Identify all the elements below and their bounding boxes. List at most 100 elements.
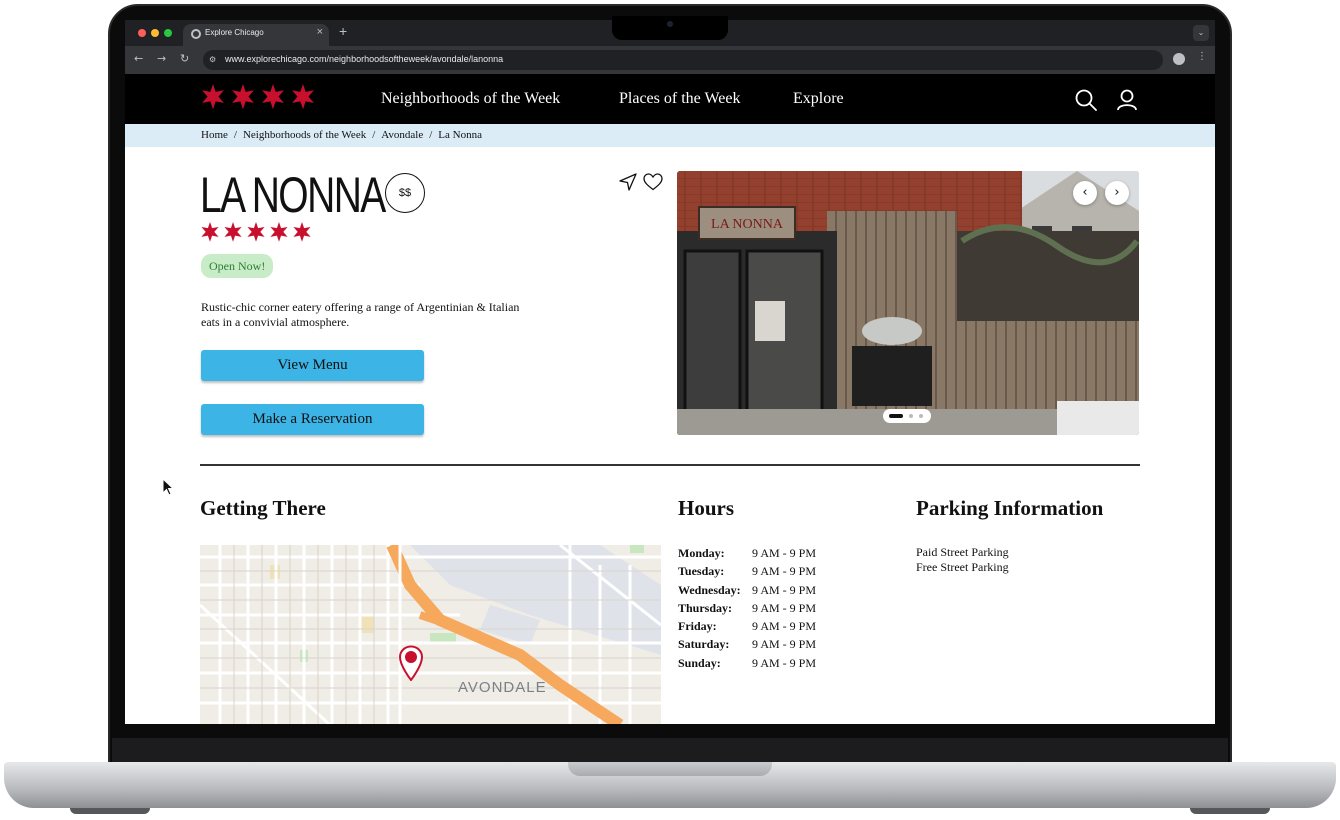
hours-day: Tuesday: xyxy=(678,564,725,579)
logo-star-icon xyxy=(232,84,254,110)
hours-time: 9 AM - 9 PM xyxy=(752,582,817,597)
rating-star-icon xyxy=(201,222,219,242)
hours-row: Sunday: 9 AM - 9 PM xyxy=(678,656,816,674)
profile-avatar[interactable] xyxy=(1173,53,1185,65)
site-header: Neighborhoods of the Week Places of the … xyxy=(125,74,1215,124)
site-info-icon[interactable]: ⚙ xyxy=(209,55,216,64)
browser-toolbar: ← → ↻ ⚙ www.explorechicago.com/neighborh… xyxy=(125,46,1215,74)
breadcrumb-separator: / xyxy=(233,129,237,141)
map-canvas xyxy=(200,545,661,724)
hours-row: Friday: 9 AM - 9 PM xyxy=(678,619,816,637)
maximize-window-button[interactable] xyxy=(164,29,172,37)
reload-icon[interactable]: ↻ xyxy=(180,52,189,65)
hours-time: 9 AM - 9 PM xyxy=(752,619,817,634)
rating-star-icon xyxy=(224,222,242,242)
hours-row: Thursday: 9 AM - 9 PM xyxy=(678,601,816,619)
tab-title: Explore Chicago xyxy=(205,28,264,37)
directions-share-icon[interactable] xyxy=(619,173,637,191)
breadcrumb-home[interactable]: Home xyxy=(201,129,228,141)
hours-day: Monday: xyxy=(678,546,725,560)
hours-row: Monday: 9 AM - 9 PM xyxy=(678,546,816,564)
restaurant-storefront-photo: LA NONNA xyxy=(677,171,1139,435)
address-bar[interactable]: ⚙ www.explorechicago.com/neighborhoodsof… xyxy=(203,50,1163,70)
carousel-prev-button[interactable]: ‹ xyxy=(1073,181,1097,205)
hours-time: 9 AM - 9 PM xyxy=(752,600,817,615)
getting-there-heading: Getting There xyxy=(200,496,326,520)
breadcrumb-current: La Nonna xyxy=(438,129,482,141)
laptop-hinge xyxy=(112,738,1228,764)
section-divider xyxy=(200,464,1140,466)
restaurant-name: LA NONNA xyxy=(200,167,386,223)
browser-menu-icon[interactable]: ⋮ xyxy=(1197,51,1207,62)
breadcrumb-neighborhoods[interactable]: Neighborhoods of the Week xyxy=(243,129,366,141)
logo-star-icon xyxy=(292,84,314,110)
hours-day: Thursday: xyxy=(678,600,733,615)
url-text: www.explorechicago.com/neighborhoodsofth… xyxy=(225,54,504,64)
rating-star-icon xyxy=(270,222,288,242)
parking-list: Paid Street Parking Free Street Parking xyxy=(916,545,1009,575)
new-tab-button[interactable]: + xyxy=(339,23,347,39)
minimize-window-button[interactable] xyxy=(151,29,159,37)
rating-star-icon xyxy=(293,222,311,242)
hours-time: 9 AM - 9 PM xyxy=(752,546,817,560)
hours-time: 9 AM - 9 PM xyxy=(752,564,817,579)
price-level-badge: $$ xyxy=(385,173,425,213)
carousel-dot[interactable] xyxy=(919,414,923,418)
mouse-cursor-icon xyxy=(162,478,174,496)
star-rating xyxy=(199,222,313,244)
carousel-dot-active[interactable] xyxy=(889,414,903,418)
screen: Explore Chicago × + ⌄ ← → ↻ ⚙ www.explor… xyxy=(125,20,1215,724)
logo-star-icon xyxy=(262,84,284,110)
favicon-icon xyxy=(191,29,201,39)
hours-row: Wednesday: 9 AM - 9 PM xyxy=(678,583,816,601)
search-icon[interactable] xyxy=(1075,89,1097,111)
tab-close-button[interactable]: × xyxy=(317,26,323,38)
hours-row: Saturday: 9 AM - 9 PM xyxy=(678,637,816,655)
nav-neighborhoods-of-the-week[interactable]: Neighborhoods of the Week xyxy=(381,90,560,108)
map-neighborhood-label: AVONDALE xyxy=(458,679,547,696)
hours-time: 9 AM - 9 PM xyxy=(752,655,817,670)
hours-day: Wednesday: xyxy=(678,582,741,597)
restaurant-description: Rustic-chic corner eatery offering a ran… xyxy=(201,300,520,329)
logo-star-icon xyxy=(202,84,224,110)
chicago-stars-logo[interactable] xyxy=(199,84,317,112)
hours-day: Sunday: xyxy=(678,655,721,670)
carousel-next-button[interactable]: › xyxy=(1105,181,1129,205)
hours-time: 9 AM - 9 PM xyxy=(752,637,817,652)
breadcrumb-separator: / xyxy=(429,129,433,141)
breadcrumb-avondale[interactable]: Avondale xyxy=(381,129,423,141)
user-icon[interactable] xyxy=(1117,89,1137,111)
location-map[interactable]: AVONDALE xyxy=(200,545,661,724)
hours-day: Friday: xyxy=(678,619,717,634)
map-pin-icon[interactable] xyxy=(398,645,424,681)
storefront-sign-text: LA NONNA xyxy=(711,217,784,232)
breadcrumb: Home / Neighborhoods of the Week / Avond… xyxy=(125,124,1215,147)
close-window-button[interactable] xyxy=(138,29,146,37)
forward-icon[interactable]: → xyxy=(157,52,166,65)
laptop-foot xyxy=(1190,808,1270,814)
browser-tab[interactable]: Explore Chicago × xyxy=(183,24,329,46)
view-menu-button[interactable]: View Menu xyxy=(201,350,424,381)
back-icon[interactable]: ← xyxy=(134,52,143,65)
laptop-notch xyxy=(612,16,728,40)
parking-item: Free Street Parking xyxy=(916,560,1009,574)
rating-star-icon xyxy=(247,222,265,242)
parking-heading: Parking Information xyxy=(916,496,1104,520)
hours-row: Tuesday: 9 AM - 9 PM xyxy=(678,564,816,582)
hours-heading: Hours xyxy=(678,496,735,520)
make-reservation-button[interactable]: Make a Reservation xyxy=(201,404,424,435)
parking-item: Paid Street Parking xyxy=(916,545,1009,559)
carousel-pagination xyxy=(883,409,931,423)
carousel-dot[interactable] xyxy=(909,414,913,418)
nav-places-of-the-week[interactable]: Places of the Week xyxy=(619,90,740,108)
breadcrumb-separator: / xyxy=(372,129,376,141)
nav-explore[interactable]: Explore xyxy=(793,90,844,108)
hours-table: Monday: 9 AM - 9 PM Tuesday: 9 AM - 9 PM W… xyxy=(678,546,816,674)
laptop-groove xyxy=(568,762,772,776)
open-status-badge: Open Now! xyxy=(201,254,274,278)
favorite-heart-icon[interactable] xyxy=(643,173,663,191)
webcam-icon xyxy=(667,21,673,27)
tab-search-button[interactable]: ⌄ xyxy=(1193,25,1209,41)
restaurant-photo-carousel[interactable]: LA NONNA ‹ › xyxy=(677,171,1139,435)
laptop-foot xyxy=(70,808,150,814)
